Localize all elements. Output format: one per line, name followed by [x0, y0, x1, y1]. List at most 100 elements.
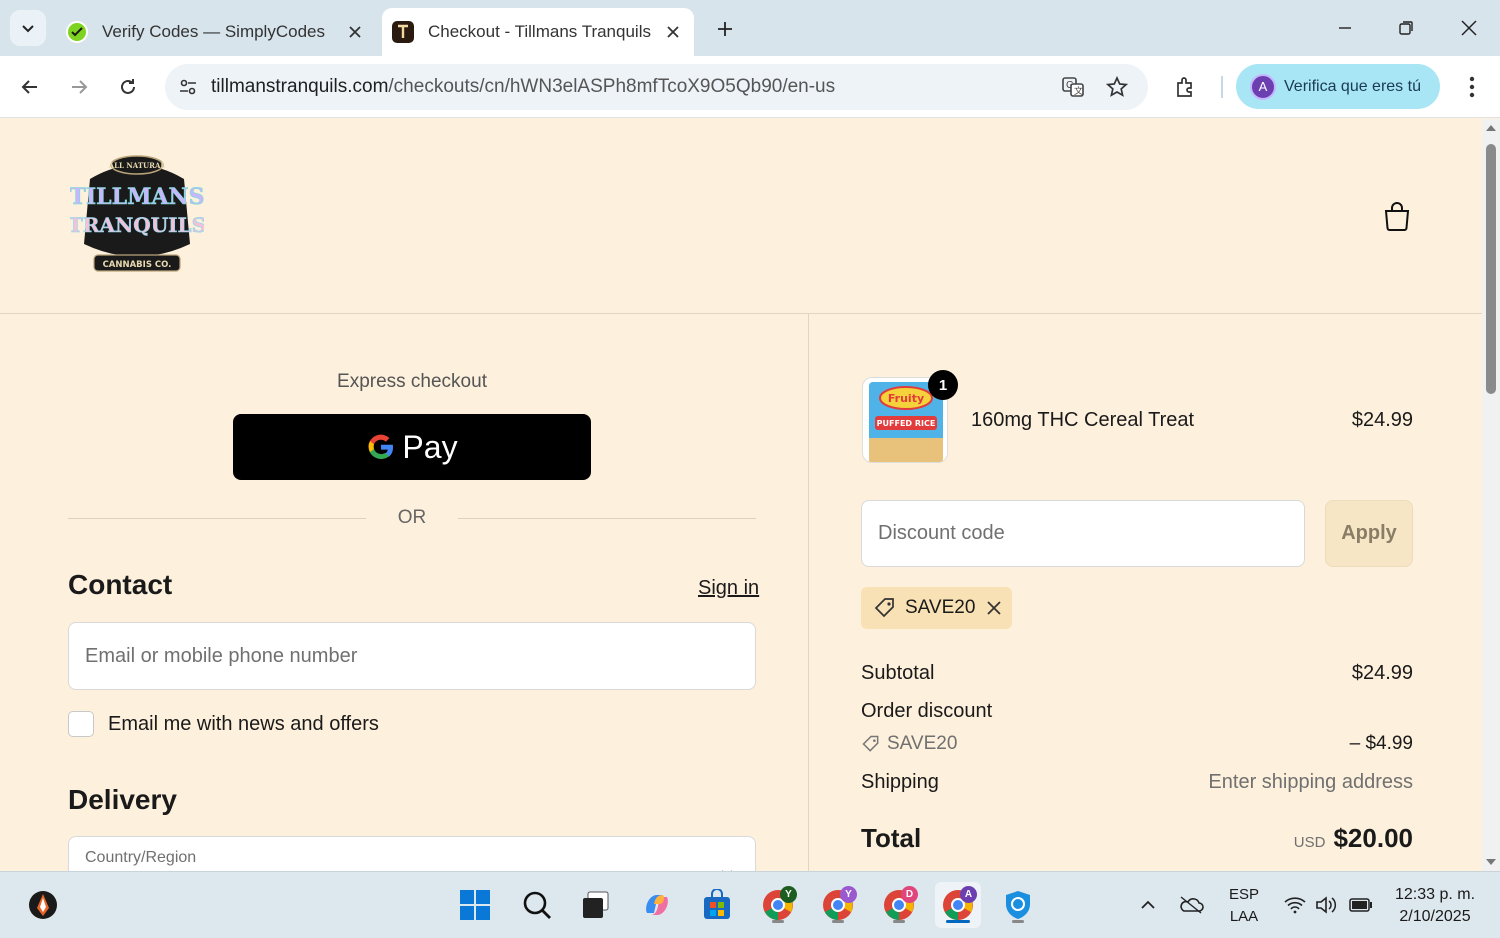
google-pay-button[interactable]: Pay [233, 414, 591, 480]
show-hidden-icons-button[interactable] [1133, 890, 1163, 920]
site-info-icon[interactable] [177, 76, 199, 98]
discount-code-input[interactable]: Discount code [861, 500, 1305, 567]
system-clock[interactable]: 12:33 p. m. 2/10/2025 [1380, 884, 1490, 928]
kebab-menu-icon [1469, 76, 1475, 98]
active-indicator [946, 920, 970, 923]
simplycodes-favicon-icon [66, 21, 88, 43]
close-window-button[interactable] [1449, 8, 1489, 48]
lang-bottom: LAA [1229, 908, 1259, 925]
tillmans-favicon-icon [392, 21, 414, 43]
volume-button[interactable] [1311, 890, 1341, 920]
running-indicator [772, 920, 784, 923]
subtotal-value: $24.99 [1351, 662, 1413, 684]
taskbar-start[interactable] [452, 882, 498, 928]
discount-value: – $4.99 [1349, 733, 1413, 754]
clock-date: 2/10/2025 [1399, 908, 1471, 925]
bookmark-button[interactable] [1100, 70, 1134, 104]
windows-start-icon [460, 890, 490, 920]
svg-text:文: 文 [1074, 85, 1083, 96]
lang-top: ESP [1228, 886, 1259, 903]
fox-app-icon [29, 891, 57, 919]
close-icon [1461, 20, 1477, 36]
taskbar-copilot[interactable] [634, 882, 680, 928]
address-bar[interactable]: tillmanstranquils.com/checkouts/cn/hWN3e… [165, 64, 1148, 110]
country-select[interactable]: Country/Region [68, 836, 756, 871]
scroll-down-icon[interactable] [1482, 855, 1500, 869]
taskbar-store[interactable] [694, 882, 740, 928]
reload-button[interactable] [109, 68, 147, 106]
chevron-up-icon [1141, 900, 1155, 909]
taskbar-app-fox[interactable] [20, 882, 66, 928]
taskbar-chrome-profile-4[interactable]: A [935, 882, 981, 928]
translate-icon: G文 [1062, 77, 1084, 97]
order-discount-row: Order discount [861, 700, 1413, 723]
order-discount-label: Order discount [861, 700, 993, 722]
scroll-up-icon[interactable] [1482, 121, 1500, 135]
taskbar-chrome-profile-1[interactable]: Y [755, 882, 801, 928]
avatar: A [1250, 73, 1276, 100]
url-path: /checkouts/cn/hWN3elASPh8mfTcoX9O5Qb90/e… [388, 76, 836, 97]
extensions-button[interactable] [1169, 70, 1203, 104]
quantity-badge: 1 [928, 370, 958, 400]
tag-icon [874, 598, 894, 618]
minimize-button[interactable] [1325, 8, 1365, 48]
battery-button[interactable] [1346, 890, 1376, 920]
store-logo[interactable]: ALL NATURAL TILLMANS TRANQUILS CANNABIS … [68, 149, 206, 283]
language-indicator[interactable]: ESP LAA [1224, 884, 1264, 928]
thumb-text1: Fruity [888, 392, 924, 405]
sign-in-link[interactable]: Sign in [698, 577, 759, 600]
newsletter-checkbox[interactable] [68, 711, 94, 737]
discount-code-row: SAVE20 – $4.99 [861, 733, 1413, 755]
apply-button[interactable]: Apply [1325, 500, 1413, 567]
email-field[interactable]: Email or mobile phone number [68, 622, 756, 690]
onedrive-button[interactable] [1176, 890, 1206, 920]
tab-title: Checkout - Tillmans Tranquils [428, 22, 651, 41]
profile-button[interactable]: A Verifica que eres tú [1236, 64, 1440, 109]
profile-badge: Y [840, 886, 857, 903]
close-icon [987, 601, 1002, 615]
tab-simplycodes[interactable]: Verify Codes — SimplyCodes [56, 8, 376, 56]
puzzle-icon [1177, 77, 1192, 97]
back-button[interactable] [11, 68, 49, 106]
shield-app-icon [1006, 891, 1030, 919]
taskbar-chrome-profile-2[interactable]: Y [815, 882, 861, 928]
tab-checkout[interactable]: Checkout - Tillmans Tranquils [382, 8, 694, 56]
column-divider [808, 314, 809, 871]
menu-button[interactable] [1455, 70, 1489, 104]
translate-button[interactable]: G文 [1056, 70, 1090, 104]
microsoft-store-icon [704, 889, 730, 919]
running-indicator [832, 920, 844, 923]
remove-discount-button[interactable] [987, 601, 1002, 615]
profile-label: Verifica que eres tú [1284, 77, 1421, 95]
toolbar-separator [1221, 76, 1223, 98]
wifi-button[interactable] [1280, 890, 1310, 920]
cart-button[interactable] [1378, 197, 1416, 235]
taskbar-search[interactable] [514, 882, 560, 928]
forward-button[interactable] [60, 68, 98, 106]
email-placeholder: Email or mobile phone number [85, 644, 358, 667]
scrollbar-thumb[interactable] [1486, 144, 1496, 394]
cloud-offline-icon [1180, 896, 1204, 914]
tab-search-button[interactable] [10, 10, 46, 46]
running-indicator [1012, 920, 1024, 923]
close-tab-icon[interactable] [658, 17, 688, 47]
logo-line2-text: TRANQUILS [70, 213, 204, 237]
tag-icon [862, 735, 879, 752]
express-checkout-label: Express checkout [337, 371, 487, 392]
shipping-row: Shipping Enter shipping address [861, 771, 1413, 794]
battery-icon [1349, 898, 1372, 912]
tillmans-logo-icon: ALL NATURAL TILLMANS TRANQUILS CANNABIS … [68, 155, 206, 272]
subtotal-label: Subtotal [861, 662, 935, 684]
close-tab-icon[interactable] [340, 17, 370, 47]
total-row: Total USD $20.00 [861, 823, 1413, 854]
restore-icon [1399, 21, 1413, 35]
new-tab-button[interactable] [708, 12, 742, 46]
product-name: 160mg THC Cereal Treat [971, 409, 1195, 431]
restore-button[interactable] [1386, 8, 1426, 48]
total-label: Total [861, 823, 922, 853]
minimize-icon [1339, 27, 1351, 29]
taskbar-edge[interactable] [995, 882, 1041, 928]
taskbar-chrome-profile-3[interactable]: D [876, 882, 922, 928]
task-view-icon [583, 891, 609, 918]
taskbar-task-view[interactable] [573, 882, 619, 928]
